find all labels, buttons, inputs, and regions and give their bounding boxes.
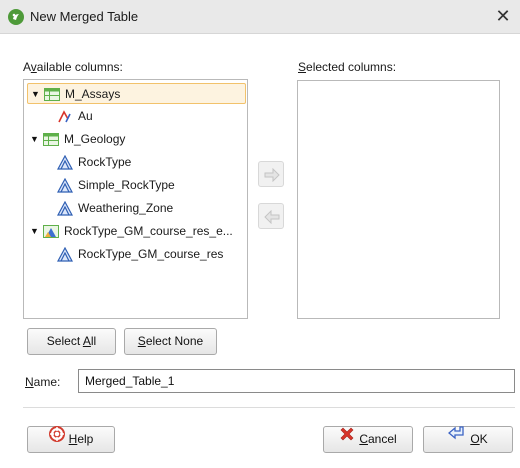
app-logo-icon [8, 9, 24, 25]
geomodel-table-icon [43, 224, 59, 239]
category-column-icon [56, 246, 74, 262]
expand-toggle-icon[interactable]: ▼ [30, 226, 40, 236]
cancel-icon [339, 426, 355, 451]
name-label: Name: [25, 375, 61, 389]
table-icon [44, 87, 60, 102]
numeric-column-icon [57, 109, 73, 124]
help-icon [48, 426, 65, 451]
select-none-button[interactable]: Select None [124, 328, 217, 355]
close-button[interactable]: ✕ [492, 5, 514, 27]
tree-item-m-assays[interactable]: ▼ M_Assays [27, 83, 246, 104]
arrow-right-icon [264, 168, 280, 182]
tree-item-label: M_Geology [64, 132, 126, 146]
tree-item-label: Simple_RockType [78, 178, 175, 192]
tree-item-label: Au [78, 109, 93, 123]
cancel-button[interactable]: Cancel [323, 426, 413, 453]
name-input[interactable] [78, 369, 515, 393]
available-columns-tree[interactable]: ▼ M_Assays Au ▼ M_Geology RockType Simpl… [23, 79, 248, 319]
title-bar: New Merged Table ✕ [0, 0, 520, 34]
available-columns-label: Available columns: [23, 60, 123, 74]
category-column-icon [56, 200, 74, 216]
enter-arrow-icon [448, 426, 466, 451]
tree-item-weathering-zone[interactable]: Weathering_Zone [27, 198, 246, 219]
arrow-left-icon [264, 210, 280, 224]
tree-item-m-geology[interactable]: ▼ M_Geology [27, 129, 246, 150]
category-column-icon [56, 177, 74, 193]
expand-toggle-icon[interactable]: ▼ [31, 89, 41, 99]
divider [23, 407, 515, 408]
move-right-button[interactable] [258, 161, 284, 187]
move-left-button[interactable] [258, 203, 284, 229]
window-title: New Merged Table [30, 9, 139, 24]
select-all-button[interactable]: Select All [27, 328, 116, 355]
table-icon [43, 132, 59, 147]
ok-button[interactable]: OK [423, 426, 513, 453]
category-column-icon [56, 154, 74, 170]
tree-item-au[interactable]: Au [27, 106, 246, 127]
tree-item-simple-rocktype[interactable]: Simple_RockType [27, 175, 246, 196]
tree-item-rocktype[interactable]: RockType [27, 152, 246, 173]
help-button[interactable]: Help [27, 426, 115, 453]
tree-item-rocktype-gm-column[interactable]: RockType_GM_course_res [27, 244, 246, 265]
tree-item-label: M_Assays [65, 87, 121, 101]
tree-item-label: RockType [78, 155, 132, 169]
selected-columns-list[interactable] [297, 80, 500, 319]
tree-item-label: RockType_GM_course_res [78, 247, 224, 261]
tree-item-label: Weathering_Zone [78, 201, 174, 215]
selected-columns-label: Selected columns: [298, 60, 397, 74]
expand-toggle-icon[interactable]: ▼ [30, 134, 40, 144]
tree-item-rocktype-gm-table[interactable]: ▼ RockType_GM_course_res_e... [27, 221, 246, 242]
tree-item-label: RockType_GM_course_res_e... [64, 224, 233, 238]
